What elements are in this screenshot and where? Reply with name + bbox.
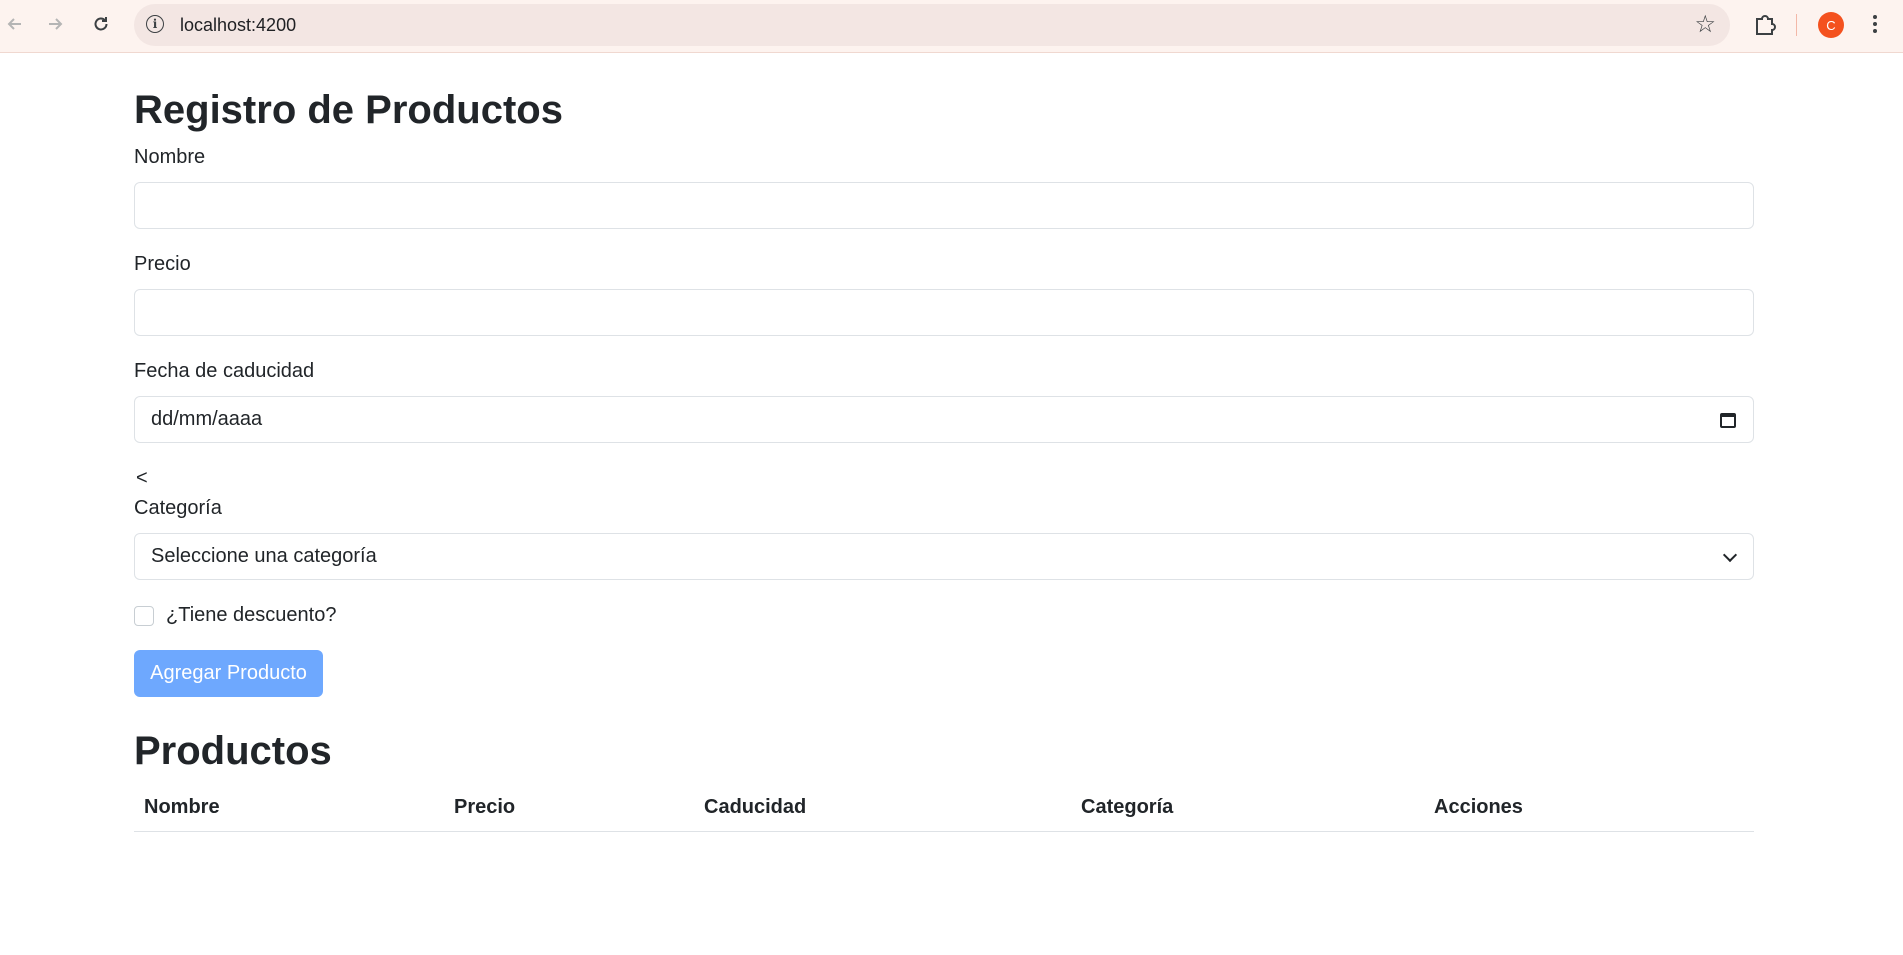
categoria-label: Categoría (134, 497, 222, 519)
fecha-input[interactable]: dd/mm/aaaa (134, 396, 1754, 443)
puzzle-icon[interactable] (1752, 11, 1778, 37)
column-header-caducidad: Caducidad (694, 786, 1071, 832)
table-header-row: Nombre Precio Caducidad Categoría Accion… (134, 786, 1754, 832)
column-header-categoria: Categoría (1071, 786, 1424, 832)
column-header-precio: Precio (444, 786, 694, 832)
browser-toolbar: i localhost:4200 ☆ C (0, 0, 1903, 53)
fecha-label: Fecha de caducidad (134, 360, 315, 382)
back-arrow-icon[interactable] (0, 9, 30, 39)
nombre-input-field[interactable] (151, 183, 1737, 228)
nombre-input[interactable] (134, 182, 1754, 229)
descuento-row: ¿Tiene descuento? (134, 604, 336, 627)
kebab-menu-icon[interactable] (1868, 12, 1882, 38)
fecha-placeholder[interactable]: dd/mm/aaaa (151, 408, 1719, 431)
stray-text: < (136, 467, 148, 489)
descuento-checkbox[interactable] (134, 605, 154, 626)
avatar[interactable]: C (1818, 12, 1844, 38)
products-title: Productos (134, 729, 332, 773)
address-url[interactable]: localhost:4200 (180, 15, 296, 36)
toolbar-divider (1796, 14, 1797, 36)
column-header-acciones: Acciones (1424, 786, 1754, 832)
page-title: Registro de Productos (134, 88, 563, 132)
categoria-selected-value[interactable]: Seleccione una categoría (151, 545, 1723, 568)
forward-arrow-icon[interactable] (40, 9, 70, 39)
info-icon[interactable]: i (146, 15, 164, 33)
address-bar[interactable]: i localhost:4200 ☆ (134, 4, 1730, 46)
star-icon[interactable]: ☆ (1694, 10, 1716, 39)
reload-icon[interactable] (86, 9, 116, 39)
precio-input[interactable] (134, 289, 1754, 336)
categoria-select[interactable]: Seleccione una categoría (134, 533, 1754, 580)
calendar-icon[interactable] (1719, 411, 1737, 429)
nombre-label: Nombre (134, 146, 206, 168)
precio-label: Precio (134, 253, 191, 275)
precio-input-field[interactable] (151, 290, 1737, 335)
column-header-nombre: Nombre (134, 786, 444, 832)
chevron-down-icon[interactable] (1723, 550, 1737, 564)
products-table: Nombre Precio Caducidad Categoría Accion… (134, 786, 1754, 832)
descuento-label[interactable]: ¿Tiene descuento? (166, 604, 336, 627)
add-product-button[interactable]: Agregar Producto (134, 650, 323, 697)
